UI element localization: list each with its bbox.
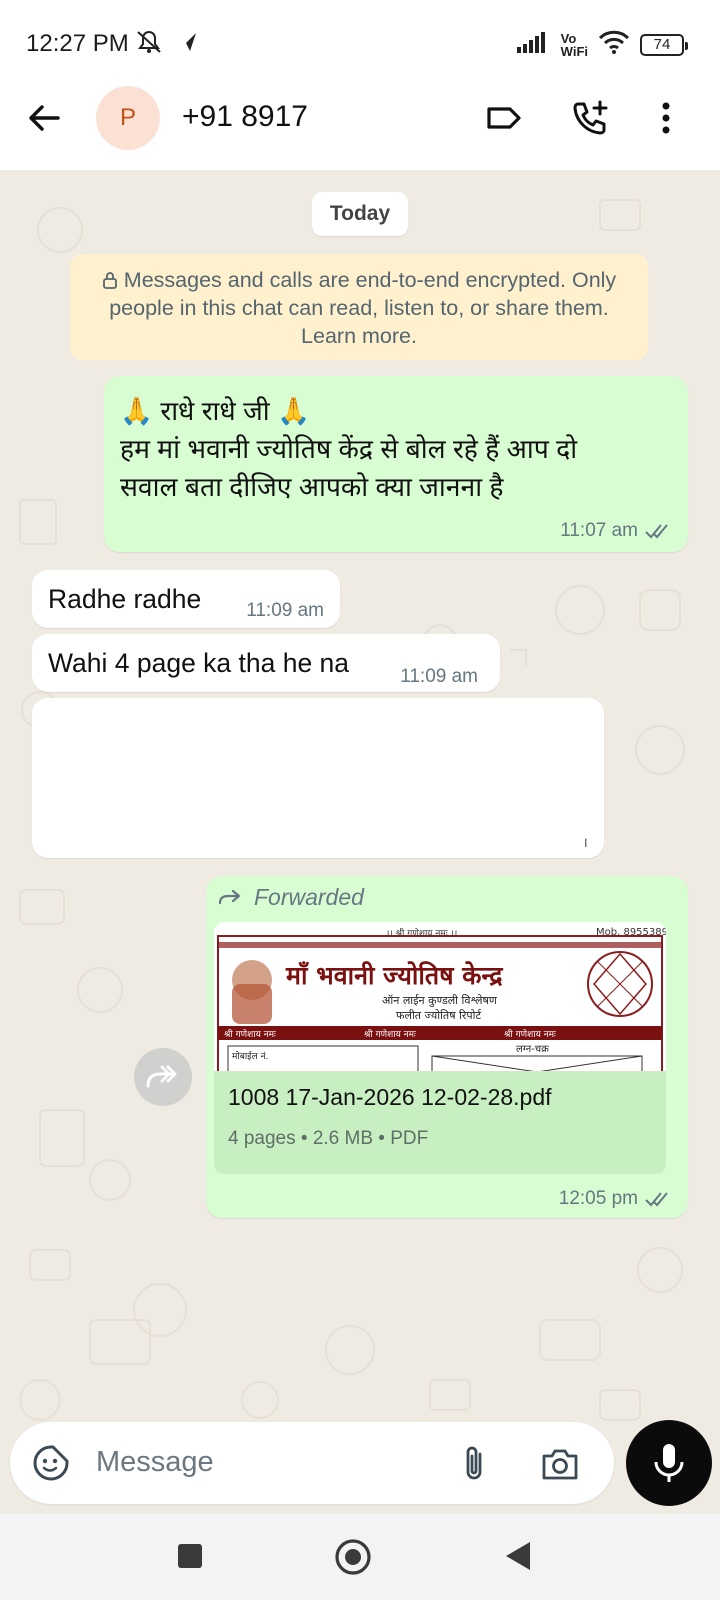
pdf-subtitle-1: ऑन लाईन कुण्डली विश्लेषण [382, 994, 498, 1007]
message-text: Wahi 4 page ka tha he na [48, 648, 350, 678]
read-ticks-icon [645, 1192, 668, 1207]
triangle-back-icon [506, 1542, 530, 1570]
avatar-letter: P [119, 104, 136, 131]
pdf-subtitle-2: फलीत ज्योतिष रिपोर्ट [396, 1009, 482, 1022]
send-arrow-icon [174, 29, 200, 60]
pdf-invocation: ।। श्री गणेशाय नमः ।। [386, 927, 457, 939]
back-button[interactable] [24, 98, 64, 138]
label-button[interactable] [484, 98, 524, 138]
camera-button[interactable] [540, 1446, 580, 1487]
chat-header: P +91 8917 [0, 80, 720, 170]
voice-message-button[interactable] [626, 1420, 712, 1506]
message-outgoing-document[interactable]: Forwarded ।। श्री गणेशाय नमः ।। Mob. 895… [206, 876, 688, 1218]
document-preview: ।। श्री गणेशाय नमः ।। Mob. 8955389312 मा… [214, 922, 666, 1072]
encryption-notice-text: Messages and calls are end-to-end encryp… [109, 268, 617, 348]
battery-indicator: 74 [640, 33, 688, 56]
message-line: हम मां भवानी ज्योतिष केंद्र से बोल रहे ह… [120, 434, 578, 464]
message-text: Radhe radhe [48, 584, 202, 614]
forwarded-label: Forwarded [218, 884, 364, 911]
paperclip-icon [466, 1446, 482, 1480]
recents-button[interactable] [176, 1542, 204, 1575]
pdf-strip-text: श्री गणेशाय नमः [504, 1028, 556, 1040]
document-card[interactable]: ।। श्री गणेशाय नमः ।। Mob. 8955389312 मा… [214, 922, 666, 1174]
document-filename: 1008 17-Jan-2026 12-02-28.pdf [228, 1084, 552, 1110]
contact-avatar[interactable]: P [96, 86, 160, 150]
message-meta: 11:09 am [246, 600, 324, 622]
message-time: 12:05 pm [558, 1188, 638, 1209]
square-icon [178, 1544, 202, 1568]
sticker-button[interactable] [32, 1444, 70, 1487]
back-arrow-icon [29, 105, 60, 131]
pdf-chart-label: लग्न-चक्र [516, 1044, 549, 1055]
forward-button[interactable] [134, 1048, 192, 1106]
pdf-strip-text: श्री गणेशाय नमः [364, 1028, 416, 1040]
message-composer[interactable]: Message [10, 1422, 614, 1504]
status-right-icons: Vo WiFi 74 [516, 30, 688, 59]
message-text: 🙏 राधे राधे जी 🙏 हम मां भवानी ज्योतिष के… [120, 392, 676, 506]
add-call-button[interactable] [570, 98, 610, 138]
message-line: 🙏 राधे राधे जी 🙏 [120, 396, 310, 426]
read-ticks-icon [645, 524, 668, 539]
add-call-icon [573, 100, 608, 135]
message-incoming-blank[interactable]: ı [32, 698, 604, 858]
document-info: 4 pages • 2.6 MB • PDF [228, 1128, 429, 1149]
message-line: सवाल बता दीजिए आपको क्या जानना है [120, 472, 504, 502]
message-mark: ı [583, 834, 588, 851]
system-nav-bar [0, 1514, 720, 1600]
pdf-heading: माँ भवानी ज्योतिष केन्द्र [285, 961, 503, 990]
pdf-strip-text: श्री गणेशाय नमः [224, 1028, 276, 1040]
attach-button[interactable] [458, 1444, 490, 1489]
message-meta: 12:05 pm [559, 1188, 672, 1210]
home-circle-icon [335, 1539, 371, 1575]
status-bar: 12:27 PM Vo WiFi 74 [0, 0, 720, 80]
message-time: 11:07 am [560, 520, 638, 541]
date-divider: Today [312, 192, 408, 236]
back-nav-button[interactable] [504, 1540, 534, 1577]
microphone-icon [654, 1444, 684, 1482]
pdf-mobile-label: मोबाईल नं. [232, 1050, 268, 1062]
wifi-icon [598, 30, 630, 59]
home-button[interactable] [334, 1538, 372, 1581]
camera-icon [542, 1449, 578, 1480]
status-left-icons [134, 28, 200, 61]
message-outgoing[interactable]: 🙏 राधे राधे जी 🙏 हम मां भवानी ज्योतिष के… [104, 376, 688, 552]
chat-area[interactable]: Today Messages and calls are end-to-end … [0, 170, 720, 1430]
encryption-notice[interactable]: Messages and calls are end-to-end encryp… [70, 254, 648, 360]
message-time: 11:09 am [400, 666, 478, 687]
contact-name[interactable]: +91 8917 [182, 100, 308, 134]
vowifi-indicator: Vo WiFi [561, 32, 588, 58]
mute-notification-icon [134, 28, 164, 61]
forwarded-icon [218, 889, 241, 904]
more-vert-icon [662, 102, 670, 134]
sticker-icon [33, 1445, 69, 1481]
signal-icon [516, 31, 551, 58]
forward-icon [146, 1065, 177, 1088]
pdf-preview-image: ।। श्री गणेशाय नमः ।। Mob. 8955389312 मा… [217, 927, 666, 1071]
message-incoming[interactable]: Wahi 4 page ka tha he na 11:09 am [32, 634, 500, 692]
message-meta: 11:07 am [560, 520, 672, 542]
label-icon [487, 107, 521, 129]
message-meta: 11:09 am [400, 666, 478, 688]
more-options-button[interactable] [646, 98, 686, 138]
message-incoming[interactable]: Radhe radhe 11:09 am [32, 570, 340, 628]
vowifi-wifi: WiFi [560, 43, 588, 59]
lock-icon [102, 272, 117, 289]
status-time: 12:27 PM [26, 30, 129, 57]
deity-illustration [232, 960, 272, 1024]
message-input[interactable]: Message [96, 1446, 214, 1479]
forwarded-text: Forwarded [254, 884, 364, 910]
pdf-mobile: Mob. 8955389312 [596, 927, 666, 938]
message-time: 11:09 am [246, 600, 324, 621]
